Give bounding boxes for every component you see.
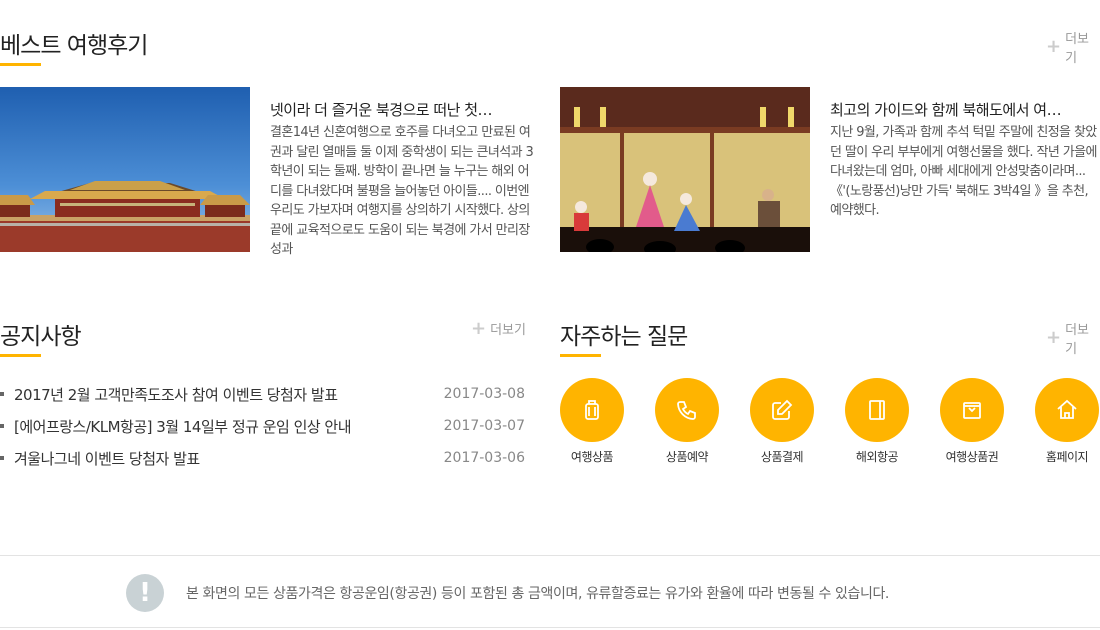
- plus-icon: +: [471, 317, 487, 339]
- title-underline: [0, 354, 41, 357]
- divider: [0, 627, 1100, 628]
- home-icon: [1057, 399, 1077, 419]
- faq-label: 상품결제: [760, 450, 804, 464]
- faq-section-title: 자주하는 질문: [560, 324, 688, 350]
- notice-more-link[interactable]: + 더보기: [471, 319, 526, 338]
- plus-icon: +: [1046, 36, 1062, 57]
- notice-title: [에어프랑스/KLM항공] 3월 14일부 정규 운임 인상 안내: [14, 417, 352, 436]
- faq-airline[interactable]: 해외항공: [845, 378, 909, 465]
- more-label: 더보기: [1065, 32, 1090, 66]
- review-excerpt: 지난 9월, 가족과 함께 추석 턱밑 주말에 친정을 찾았던 딸이 우리 부부…: [830, 125, 1097, 218]
- reviews-section-title: 베스트 여행후기: [0, 33, 148, 59]
- review-title[interactable]: 최고의 가이드와 함께 북해도에서 여…: [830, 99, 1070, 120]
- review-title[interactable]: 넷이라 더 즐거운 북경으로 떠난 첫…: [270, 99, 510, 120]
- bullet-icon: [0, 392, 4, 396]
- title-underline: [0, 63, 41, 66]
- faq-travel-products[interactable]: 여행상품: [560, 378, 624, 465]
- notice-section-title: 공지사항: [0, 324, 82, 350]
- faq-label: 해외항공: [855, 450, 899, 464]
- review-excerpt: 결혼14년 신혼여행으로 호주를 다녀오고 만료된 여권과 달린 열매들 둘 이…: [270, 125, 534, 257]
- phone-icon: [677, 401, 696, 420]
- faq-category-list: 여행상품 상품예약 상품결제 해외항공 여행상품권 홈페이지: [560, 378, 1100, 468]
- notice-item[interactable]: 겨울나그네 이벤트 당첨자 발표 2017-03-06: [0, 442, 525, 474]
- faq-label: 상품예약: [665, 450, 709, 464]
- notice-date: 2017-03-06: [443, 450, 525, 466]
- voucher-icon: [963, 402, 981, 419]
- review-thumbnail-kabuki[interactable]: [560, 87, 810, 252]
- edit-icon: [772, 399, 793, 420]
- exclamation-icon: !: [126, 574, 164, 612]
- bullet-icon: [0, 456, 4, 460]
- notice-item[interactable]: [에어프랑스/KLM항공] 3월 14일부 정규 운임 인상 안내 2017-0…: [0, 410, 525, 442]
- review-thumbnail-forbidden-city[interactable]: [0, 87, 250, 252]
- passport-icon: [869, 400, 885, 420]
- notice-date: 2017-03-08: [443, 386, 525, 402]
- more-label: 더보기: [1065, 323, 1090, 357]
- forbidden-city-photo: [0, 87, 250, 252]
- faq-booking[interactable]: 상품예약: [655, 378, 719, 465]
- faq-label: 여행상품권: [945, 450, 999, 464]
- plus-icon: +: [1046, 327, 1062, 348]
- suitcase-icon: [585, 400, 599, 420]
- kabuki-stage-photo: [560, 87, 810, 252]
- faq-more-link[interactable]: + 더보기: [1046, 319, 1100, 357]
- reviews-more-link[interactable]: + 더보기: [1046, 28, 1100, 66]
- faq-voucher[interactable]: 여행상품권: [940, 378, 1004, 465]
- notice-title: 겨울나그네 이벤트 당첨자 발표: [14, 449, 200, 468]
- notice-list: 2017년 2월 고객만족도조사 참여 이벤트 당첨자 발표 2017-03-0…: [0, 378, 525, 474]
- notice-item[interactable]: 2017년 2월 고객만족도조사 참여 이벤트 당첨자 발표 2017-03-0…: [0, 378, 525, 410]
- faq-label: 홈페이지: [1045, 450, 1089, 464]
- divider: [0, 555, 1100, 556]
- title-underline: [560, 354, 601, 357]
- notice-title: 2017년 2월 고객만족도조사 참여 이벤트 당첨자 발표: [14, 385, 338, 404]
- bullet-icon: [0, 424, 4, 428]
- faq-label: 여행상품: [570, 450, 614, 464]
- more-label: 더보기: [490, 323, 526, 338]
- faq-homepage[interactable]: 홈페이지: [1035, 378, 1099, 465]
- faq-payment[interactable]: 상품결제: [750, 378, 814, 465]
- price-disclaimer: 본 화면의 모든 상품가격은 항공운임(항공권) 등이 포함된 총 금액이며, …: [186, 586, 889, 602]
- notice-date: 2017-03-07: [443, 418, 525, 434]
